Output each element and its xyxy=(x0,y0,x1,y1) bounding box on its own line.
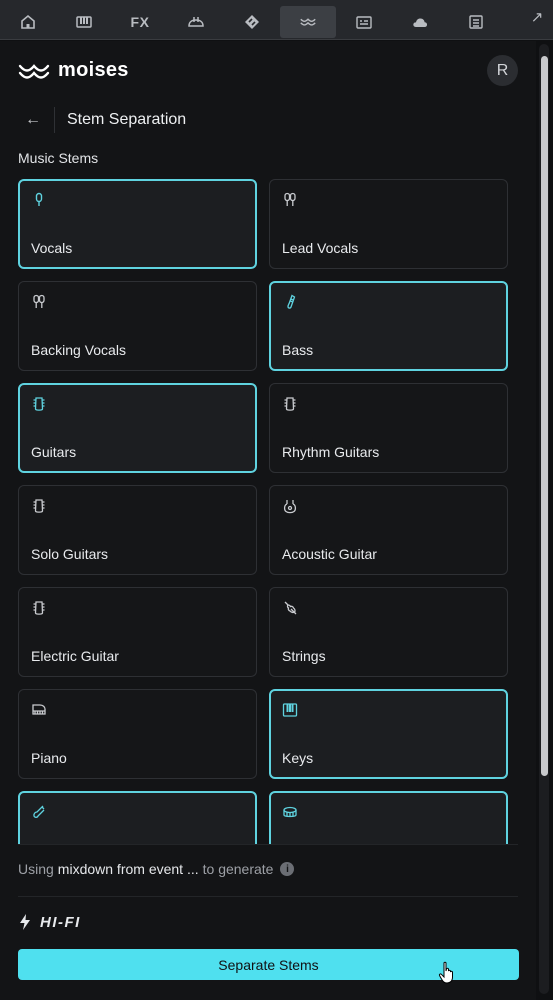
quality-indicator: HI-FI xyxy=(18,913,81,931)
guitar-head-icon xyxy=(31,498,47,514)
stems-grid: Vocals Lead Vocals Backing Vocals Bass G… xyxy=(18,179,509,845)
tag-icon[interactable] xyxy=(224,6,280,38)
scrollbar[interactable] xyxy=(539,44,549,994)
stem-card-rhythm-guitars[interactable]: Rhythm Guitars xyxy=(269,383,508,473)
moises-icon[interactable] xyxy=(280,5,336,38)
stem-label: Strings xyxy=(282,648,326,664)
wind-icon xyxy=(31,804,47,820)
stem-card-vocals[interactable]: Vocals xyxy=(18,179,257,269)
guitar-head-icon xyxy=(31,396,47,412)
panel-header: moises R xyxy=(18,55,518,86)
stem-card-wind[interactable] xyxy=(18,791,257,845)
bass-icon xyxy=(282,294,298,310)
guitar-head-icon xyxy=(282,396,298,412)
microphone-icon xyxy=(31,192,47,208)
stem-label: Piano xyxy=(31,750,67,766)
source-info: Using mixdown from event ... to generate… xyxy=(18,861,295,877)
acoustic-guitar-icon xyxy=(282,498,298,514)
divider xyxy=(18,896,518,897)
stem-card-backing-vocals[interactable]: Backing Vocals xyxy=(18,281,257,371)
piano-icon[interactable] xyxy=(56,6,112,38)
microphone-pair-icon xyxy=(31,294,47,310)
top-toolbar: FX ↗ xyxy=(0,0,553,40)
expand-icon[interactable]: ↗ xyxy=(529,10,545,26)
fx-icon[interactable]: FX xyxy=(112,6,168,38)
scrollbar-thumb[interactable] xyxy=(541,56,548,776)
page-title: Stem Separation xyxy=(67,111,187,128)
stems-scroll-area[interactable]: Vocals Lead Vocals Backing Vocals Bass G… xyxy=(0,179,536,845)
stem-card-drums[interactable] xyxy=(269,791,508,845)
mixer-icon[interactable] xyxy=(168,6,224,38)
stem-label: Solo Guitars xyxy=(31,546,109,562)
grand-piano-icon xyxy=(31,702,47,718)
stem-label: Keys xyxy=(282,750,314,766)
quality-label: HI-FI xyxy=(40,913,81,931)
source-name[interactable]: mixdown from event ... xyxy=(58,861,199,877)
source-suffix: to generate xyxy=(202,861,274,877)
back-arrow-icon[interactable]: ← xyxy=(18,105,48,135)
stem-label: Acoustic Guitar xyxy=(282,546,377,562)
stem-card-guitars[interactable]: Guitars xyxy=(18,383,257,473)
stem-card-strings[interactable]: Strings xyxy=(269,587,508,677)
hand-cursor-icon xyxy=(438,961,453,984)
stem-card-lead-vocals[interactable]: Lead Vocals xyxy=(269,179,508,269)
fx-label: FX xyxy=(130,13,150,30)
lightning-icon xyxy=(20,914,30,930)
moises-panel: moises R ← Stem Separation Music Stems V… xyxy=(0,41,536,1000)
stem-card-acoustic-guitar[interactable]: Acoustic Guitar xyxy=(269,485,508,575)
drum-icon xyxy=(282,804,298,820)
violin-icon xyxy=(282,600,298,616)
moises-logo: moises xyxy=(18,59,129,82)
section-label: Music Stems xyxy=(18,150,99,166)
divider xyxy=(18,844,518,845)
stem-card-piano[interactable]: Piano xyxy=(18,689,257,779)
home-icon[interactable] xyxy=(0,6,56,38)
stem-label: Electric Guitar xyxy=(31,648,119,664)
stem-label: Bass xyxy=(282,342,314,358)
cloud-icon[interactable] xyxy=(392,6,448,38)
stem-card-solo-guitars[interactable]: Solo Guitars xyxy=(18,485,257,575)
stem-label: Backing Vocals xyxy=(31,342,126,358)
browser-icon[interactable] xyxy=(336,6,392,38)
page-header: ← Stem Separation xyxy=(18,105,186,135)
brand-name: moises xyxy=(58,58,129,81)
divider xyxy=(54,107,55,133)
stem-card-electric-guitar[interactable]: Electric Guitar xyxy=(18,587,257,677)
guitar-head-icon xyxy=(31,600,47,616)
moises-logo-icon xyxy=(18,64,50,79)
stem-card-bass[interactable]: Bass xyxy=(269,281,508,371)
keys-icon xyxy=(282,702,298,718)
source-prefix: Using xyxy=(18,861,54,877)
notes-icon[interactable] xyxy=(448,6,504,38)
stem-label: Lead Vocals xyxy=(282,240,359,256)
stem-label: Guitars xyxy=(31,444,77,460)
stem-card-keys[interactable]: Keys xyxy=(269,689,508,779)
stem-label: Rhythm Guitars xyxy=(282,444,380,460)
info-icon[interactable]: i xyxy=(280,862,295,876)
avatar[interactable]: R xyxy=(487,55,518,86)
microphone-pair-icon xyxy=(282,192,298,208)
stem-label: Vocals xyxy=(31,240,73,256)
